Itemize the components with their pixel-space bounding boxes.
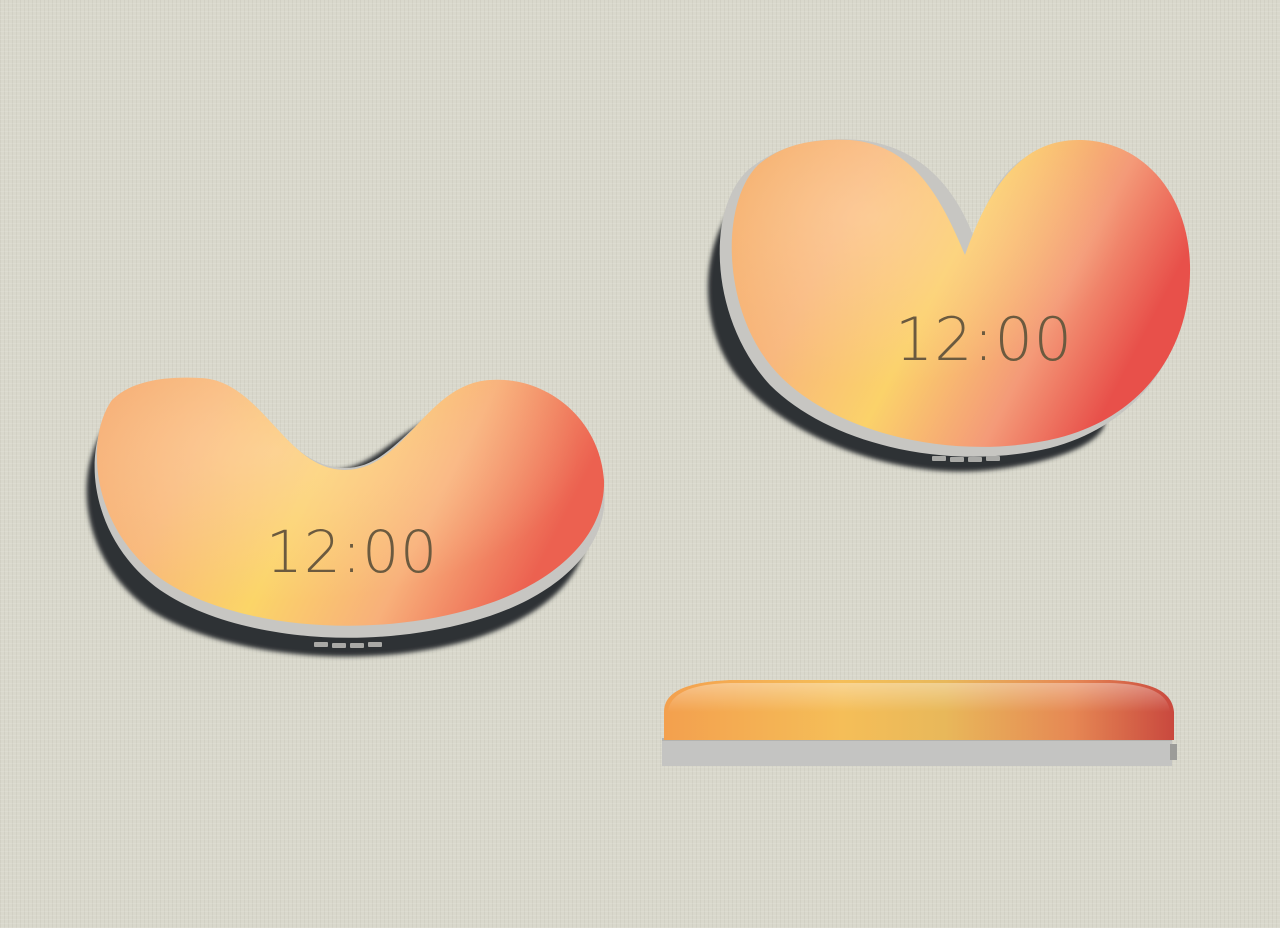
product-render-scene: 12:00 12:00 (86, 139, 1191, 766)
side-view-body-highlight (668, 683, 1170, 712)
clock-right-angled-view: 12:00 (707, 139, 1191, 472)
clock-left-angled-view: 12:00 (86, 377, 605, 657)
side-view-connector (1170, 744, 1177, 760)
clock-right-time-display: 12:00 (895, 305, 1073, 375)
clock-left-time-display: 12:00 (266, 518, 438, 586)
side-view-base (662, 738, 1172, 766)
clock-side-view (662, 680, 1177, 766)
